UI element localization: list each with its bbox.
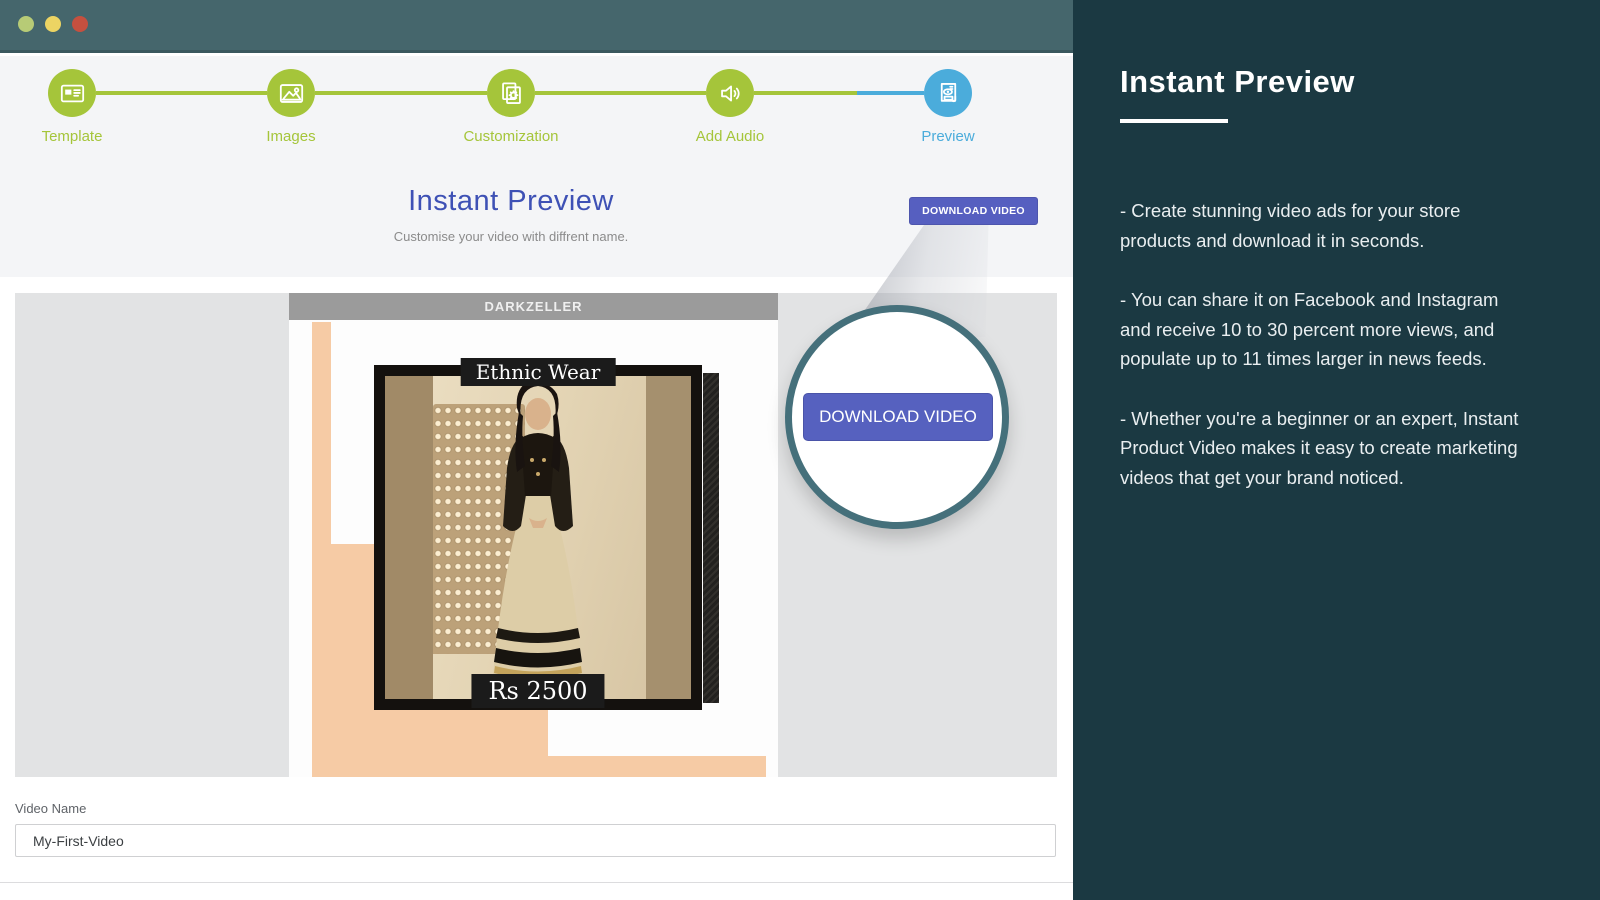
page-title: Instant Preview [0, 185, 1022, 218]
step-label-customization[interactable]: Customization [426, 128, 596, 145]
sidebar-title-underline [1120, 119, 1228, 123]
app-window: Template Images Customization Add Audio … [0, 0, 1600, 900]
info-sidebar: Instant Preview - Create stunning video … [1073, 0, 1600, 900]
audio-icon [717, 80, 744, 107]
product-photo [385, 376, 691, 699]
images-icon [278, 80, 305, 107]
sidebar-paragraph: - You can share it on Facebook and Insta… [1120, 285, 1528, 374]
model-figure [433, 376, 643, 699]
video-name-input[interactable] [15, 824, 1056, 857]
traffic-light-red-icon[interactable] [72, 16, 88, 32]
step-preview[interactable] [924, 69, 972, 117]
stepper-connector [96, 91, 267, 95]
main-area: Template Images Customization Add Audio … [0, 0, 1073, 900]
texture-strip [703, 373, 719, 703]
step-add-audio[interactable] [706, 69, 754, 117]
step-label-add-audio[interactable]: Add Audio [645, 128, 815, 145]
sidebar-paragraph: - Create stunning video ads for your sto… [1120, 196, 1528, 255]
step-images[interactable] [267, 69, 315, 117]
step-label-template[interactable]: Template [0, 128, 157, 145]
page-subtitle: Customise your video with diffrent name. [0, 229, 1022, 244]
sidebar-description: - Create stunning video ads for your sto… [1120, 196, 1528, 522]
stepper-connector-active [857, 91, 924, 95]
product-photo-frame [374, 365, 702, 710]
traffic-light-yellow-icon[interactable] [45, 16, 61, 32]
template-accent-block [312, 710, 548, 777]
product-price-tag: Rs 2500 [471, 674, 604, 708]
stepper-connector [754, 91, 857, 95]
product-title-tag: Ethnic Wear [461, 358, 616, 386]
download-video-button-magnified[interactable]: DOWNLOAD VIDEO [803, 393, 993, 441]
step-template[interactable] [48, 69, 96, 117]
template-accent-bar [548, 756, 766, 777]
template-accent-block [312, 544, 381, 710]
brand-banner: DARKZELLER [289, 293, 778, 320]
sidebar-paragraph: - Whether you're a beginner or an expert… [1120, 404, 1528, 493]
traffic-light-green-icon[interactable] [18, 16, 34, 32]
template-icon [59, 80, 86, 107]
video-name-label: Video Name [15, 801, 86, 816]
preview-icon [935, 80, 962, 107]
sidebar-title: Instant Preview [1120, 64, 1355, 100]
stepper-connector [315, 91, 487, 95]
step-label-preview[interactable]: Preview [863, 128, 1033, 145]
customization-icon [498, 80, 525, 107]
stepper-connector [535, 91, 706, 95]
photo-right-band [646, 376, 691, 699]
divider [0, 882, 1073, 883]
step-label-images[interactable]: Images [206, 128, 376, 145]
step-customization[interactable] [487, 69, 535, 117]
template-accent-stripe [312, 322, 331, 544]
download-video-button[interactable]: DOWNLOAD VIDEO [909, 197, 1038, 225]
photo-left-band [385, 376, 433, 699]
video-frame-card: DARKZELLER [289, 293, 778, 777]
window-titlebar [0, 0, 1073, 53]
